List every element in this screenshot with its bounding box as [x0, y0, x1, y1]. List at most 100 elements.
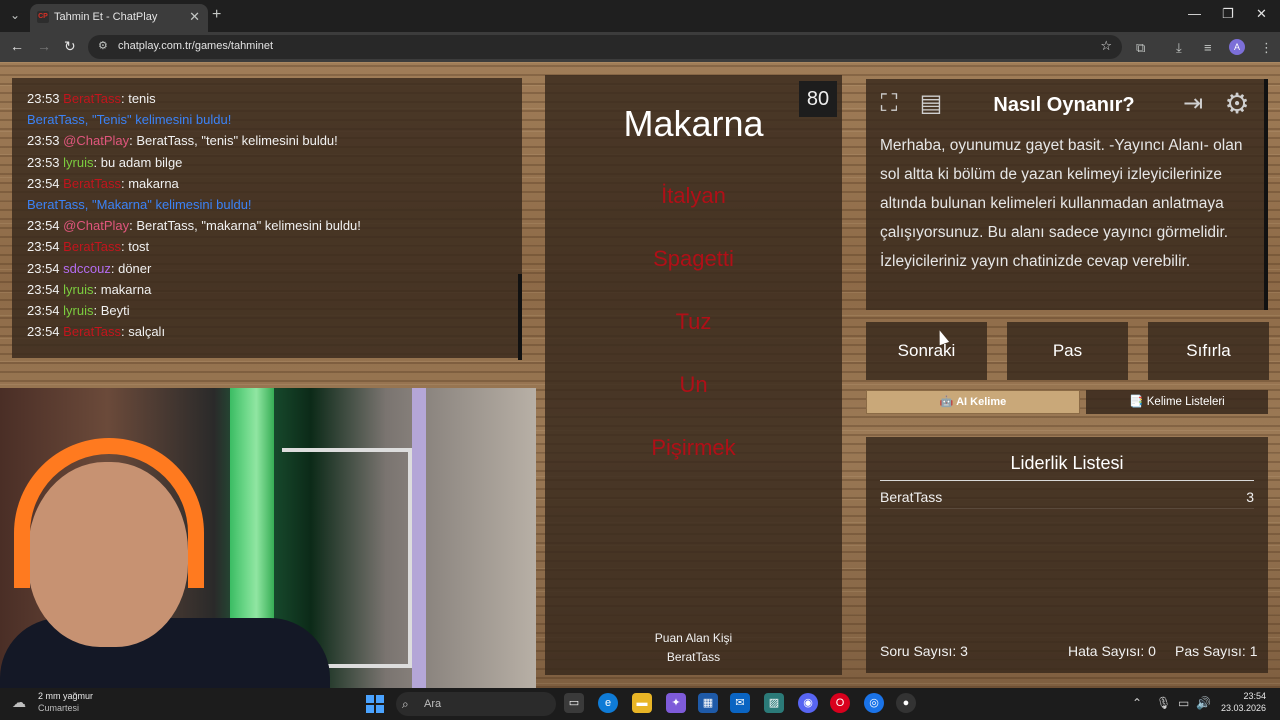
clock-time[interactable]: 23:54 [1232, 691, 1266, 701]
start-icon[interactable] [366, 695, 384, 713]
pass-count: Pas Sayısı: 1 [1175, 643, 1258, 659]
edge-icon[interactable]: e [598, 693, 618, 713]
scorer-name: BeratTass [666, 650, 721, 664]
taskbar-search[interactable]: Ara [396, 692, 556, 716]
chat-username[interactable]: @ChatPlay [63, 218, 129, 233]
chat-timestamp: 23:54 [27, 218, 60, 234]
forward-icon[interactable]: → [37, 38, 51, 54]
rain-cloud-icon[interactable]: ☁ [12, 694, 32, 712]
pass-button[interactable]: Pas [1007, 322, 1128, 380]
tab-search-icon[interactable]: ⌄ [6, 6, 24, 24]
chat-message: 23:54 BeratTass: salçalı [27, 321, 522, 342]
exit-icon[interactable]: ⇥ [1176, 87, 1210, 121]
tray-overflow-icon[interactable]: ⌃ [1132, 696, 1142, 710]
media-icon[interactable]: ≡ [1204, 40, 1212, 55]
chat-username[interactable]: sdccouz [63, 261, 111, 276]
chat-username[interactable]: BeratTass [63, 324, 121, 339]
chat-timestamp: 23:54 [27, 239, 60, 255]
chat-text: : tost [120, 239, 150, 255]
how-to-play-text: Merhaba, oyunumuz gayet basit. -Yayıncı … [880, 137, 1243, 270]
ai-word-button[interactable]: 🤖 AI Kelime [866, 390, 1080, 414]
reset-button[interactable]: Sıfırla [1148, 322, 1269, 380]
chat-system-message: BeratTass, "Makarna" kelimesini buldu! [27, 197, 252, 213]
question-count: Soru Sayısı: 3 [880, 643, 968, 659]
chat-message: 23:53 @ChatPlay: BeratTass, "tenis" keli… [27, 130, 522, 151]
chat-username[interactable]: lyruis [63, 282, 93, 297]
weather-day[interactable]: Cumartesi [38, 703, 79, 713]
chat-text: : BeratTass, "makarna" kelimesini buldu! [129, 218, 361, 234]
obs-icon[interactable]: ● [896, 693, 916, 713]
leaderboard-player-score: 3 [1246, 489, 1254, 505]
chat-text: : Beyti [93, 303, 130, 319]
chat-timestamp: 23:53 [27, 91, 60, 106]
gear-icon[interactable]: ⚙ [1220, 87, 1254, 121]
chat-username[interactable]: lyruis [63, 303, 93, 318]
volume-icon[interactable]: 🔊 [1196, 696, 1211, 710]
copilot-icon[interactable]: ✦ [666, 693, 686, 713]
tab-favicon: CP [37, 11, 49, 23]
network-icon[interactable]: ▭ [1178, 696, 1189, 710]
close-icon[interactable]: ✕ [189, 4, 200, 30]
word-card: Makarna 80 İtalyan Spagetti Tuz Un Pişir… [545, 75, 842, 675]
minimize-icon[interactable]: — [1188, 6, 1201, 21]
address-bar: ← → ↻ ⚙ chatplay.com.tr/games/tahminet ☆… [0, 32, 1280, 62]
download-icon[interactable]: ⤓ [1176, 40, 1182, 56]
chat-scrollbar[interactable] [518, 274, 522, 360]
extensions-icon[interactable]: ⧉ [1136, 40, 1145, 56]
leaderboard-player-name: BeratTass [880, 489, 943, 505]
bookmark-star-icon[interactable]: ☆ [1100, 38, 1112, 54]
webcam-led-strip [412, 388, 426, 688]
back-icon[interactable]: ← [10, 38, 24, 54]
chat-text: : tenis [120, 91, 156, 106]
taboo-word: Un [679, 372, 708, 397]
discord-icon[interactable]: ◉ [798, 693, 818, 713]
word-lists-button[interactable]: 📑 Kelime Listeleri [1086, 390, 1268, 414]
game-page: 23:53 BeratTass: tenis BeratTass, "Tenis"… [0, 62, 1280, 688]
file-explorer-icon[interactable]: ▬ [632, 693, 652, 713]
chat-username[interactable]: BeratTass [63, 176, 121, 191]
chrome-icon[interactable]: ◎ [864, 693, 884, 713]
chat-system-message: BeratTass, "Tenis" kelimesini buldu! [27, 112, 232, 128]
taboo-word: Spagetti [653, 246, 734, 271]
url-field[interactable]: ⚙ chatplay.com.tr/games/tahminet ☆ [88, 35, 1122, 59]
card-word: Makarna [623, 103, 764, 144]
outlook-icon[interactable]: ✉ [730, 693, 750, 713]
clock-date[interactable]: 23.03.2026 [1218, 703, 1266, 713]
chat-message: 23:54 lyruis: Beyti [27, 300, 522, 321]
chat-text: : makarna [120, 175, 179, 191]
next-button[interactable]: Sonraki [866, 322, 987, 380]
chat-timestamp: 23:54 [27, 303, 60, 319]
how-to-play-scrollbar[interactable] [1264, 79, 1268, 310]
chat-username[interactable]: lyruis [63, 155, 93, 170]
url-text: chatplay.com.tr/games/tahminet [118, 40, 274, 52]
maximize-icon[interactable]: ❐ [1222, 6, 1234, 22]
chat-message: 23:54 BeratTass: tost [27, 236, 522, 257]
webcam-headphones [14, 438, 204, 588]
site-info-icon[interactable]: ⚙ [98, 39, 108, 52]
chat-username[interactable]: BeratTass [63, 91, 121, 106]
chat-timestamp: 23:53 [27, 154, 60, 170]
how-to-play-panel: ⛶ ▤ Nasıl Oynanır? ⇥ ⚙ Merhaba, oyunumuz… [866, 79, 1268, 310]
chat-username[interactable]: @ChatPlay [63, 133, 129, 148]
weather-text[interactable]: 2 mm yağmur [38, 691, 93, 701]
browser-tab[interactable]: CP Tahmin Et - ChatPlay ✕ [30, 4, 208, 32]
chat-text: : salçalı [120, 324, 166, 340]
menu-icon[interactable]: ⋮ [1260, 40, 1273, 56]
window-close-icon[interactable]: ✕ [1256, 6, 1267, 22]
task-view-icon[interactable]: ▭ [564, 693, 584, 713]
chat-message: 23:54 @ChatPlay: BeratTass, "makarna" ke… [27, 215, 522, 236]
opera-icon[interactable]: O [830, 693, 850, 713]
profile-avatar[interactable]: A [1229, 39, 1245, 55]
chat-message: 23:53 BeratTass: tenis [27, 88, 522, 109]
chat-timestamp: 23:54 [27, 260, 60, 276]
chat-username[interactable]: BeratTass [63, 239, 121, 254]
photos-icon[interactable]: ▨ [764, 693, 784, 713]
chat-timestamp: 23:54 [27, 175, 60, 191]
microphone-icon[interactable]: 🎙 [1156, 696, 1171, 710]
webcam-feed [0, 388, 536, 688]
chat-panel: 23:53 BeratTass: tenis BeratTass, "Tenis"… [12, 78, 522, 360]
reload-icon[interactable]: ↻ [64, 38, 76, 55]
new-tab-icon[interactable]: + [212, 6, 221, 24]
store-icon[interactable]: ▦ [698, 693, 718, 713]
tab-title: Tahmin Et - ChatPlay [54, 11, 158, 23]
